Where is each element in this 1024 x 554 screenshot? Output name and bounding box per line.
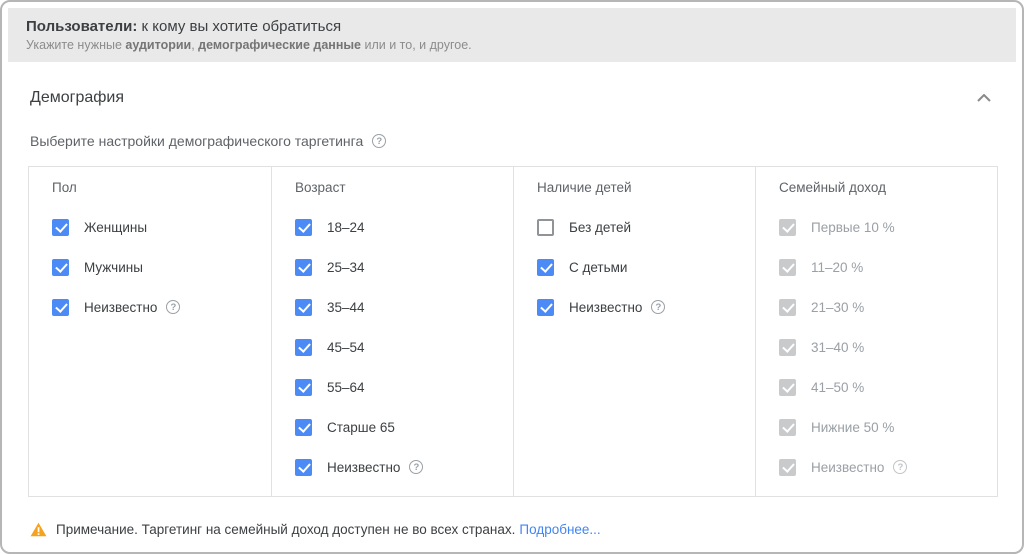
checkbox-row-age-35-44: 35–44: [295, 298, 507, 316]
column-age: Возраст 18–24 25–34 35–44 45–54 55–64 Старше 6…: [271, 167, 513, 496]
checkbox-label-income-11-20: 11–20 %: [811, 260, 863, 275]
users-step-title: Пользователи: к кому вы хотите обратитьс…: [26, 17, 998, 37]
column-household-income: Семейный доход Первые 10 % 11–20 % 21–30 % 3…: [755, 167, 997, 496]
checkbox-gender-unknown[interactable]: [52, 299, 69, 316]
demography-card-header: Демография: [18, 62, 1006, 110]
checkbox-age-unknown[interactable]: [295, 459, 312, 476]
column-header-parental-status: Наличие детей: [537, 180, 749, 196]
checkbox-income-lower-50: [779, 419, 796, 436]
checkbox-female[interactable]: [52, 219, 69, 236]
checkbox-row-gender-unknown: Неизвестно?: [52, 298, 265, 316]
checkbox-row-age-25-34: 25–34: [295, 258, 507, 276]
demographics-table: Пол Женщины Мужчины Неизвестно? Возраст 18–24…: [28, 166, 998, 497]
checkbox-row-age-65-plus: Старше 65: [295, 418, 507, 436]
users-step-header: Пользователи: к кому вы хотите обратитьс…: [8, 8, 1016, 62]
checkbox-label-age-65-plus: Старше 65: [327, 420, 395, 435]
checkbox-income-11-20: [779, 259, 796, 276]
checkbox-label-income-unknown: Неизвестно: [811, 460, 884, 475]
checkbox-row-income-21-30: 21–30 %: [779, 298, 991, 316]
checkbox-with-children[interactable]: [537, 259, 554, 276]
checkbox-row-income-unknown: Неизвестно?: [779, 458, 991, 476]
checkbox-label-income-21-30: 21–30 %: [811, 300, 864, 315]
checkbox-label-age-45-54: 45–54: [327, 340, 365, 355]
help-icon[interactable]: ?: [893, 460, 907, 474]
subtitle-text: Укажите нужные: [26, 38, 125, 52]
checkbox-label-parental-unknown: Неизвестно: [569, 300, 642, 315]
checkbox-row-age-45-54: 45–54: [295, 338, 507, 356]
checkbox-label-gender-unknown: Неизвестно: [84, 300, 157, 315]
checkbox-male[interactable]: [52, 259, 69, 276]
checkbox-label-age-unknown: Неизвестно: [327, 460, 400, 475]
collapse-section-button[interactable]: [972, 86, 996, 110]
checkbox-income-21-30: [779, 299, 796, 316]
users-step-subtitle: Укажите нужные аудитории, демографически…: [26, 37, 998, 54]
checkbox-row-age-unknown: Неизвестно?: [295, 458, 507, 476]
help-icon[interactable]: ?: [651, 300, 665, 314]
checkbox-label-income-41-50: 41–50 %: [811, 380, 864, 395]
checkbox-row-income-41-50: 41–50 %: [779, 378, 991, 396]
checkbox-label-income-top-10: Первые 10 %: [811, 220, 895, 235]
checkbox-label-age-35-44: 35–44: [327, 300, 365, 315]
checkbox-label-income-31-40: 31–40 %: [811, 340, 864, 355]
subtitle-audiences: аудитории: [125, 38, 191, 52]
checkbox-row-parental-unknown: Неизвестно?: [537, 298, 749, 316]
checkbox-label-age-25-34: 25–34: [327, 260, 365, 275]
targeting-settings-label-row: Выберите настройки демографического тарг…: [18, 110, 1006, 149]
learn-more-link[interactable]: Подробнее...: [519, 522, 600, 537]
checkbox-label-female: Женщины: [84, 220, 147, 235]
checkbox-age-35-44[interactable]: [295, 299, 312, 316]
checkbox-row-age-55-64: 55–64: [295, 378, 507, 396]
column-gender: Пол Женщины Мужчины Неизвестно?: [29, 167, 271, 496]
targeting-settings-label: Выберите настройки демографического тарг…: [30, 133, 363, 149]
checkbox-age-25-34[interactable]: [295, 259, 312, 276]
checkbox-label-income-lower-50: Нижние 50 %: [811, 420, 894, 435]
column-header-age: Возраст: [295, 180, 507, 196]
checkbox-row-income-31-40: 31–40 %: [779, 338, 991, 356]
checkbox-row-no-children: Без детей: [537, 218, 749, 236]
checkbox-label-age-18-24: 18–24: [327, 220, 365, 235]
checkbox-parental-unknown[interactable]: [537, 299, 554, 316]
warning-triangle-icon: [30, 522, 47, 537]
checkbox-income-41-50: [779, 379, 796, 396]
checkbox-age-45-54[interactable]: [295, 339, 312, 356]
checkbox-label-age-55-64: 55–64: [327, 380, 365, 395]
checkbox-row-income-lower-50: Нижние 50 %: [779, 418, 991, 436]
checkbox-row-with-children: С детьми: [537, 258, 749, 276]
users-step-title-bold: Пользователи:: [26, 18, 137, 35]
chevron-up-icon: [977, 94, 991, 102]
checkbox-label-with-children: С детьми: [569, 260, 627, 275]
checkbox-age-55-64[interactable]: [295, 379, 312, 396]
users-step-title-rest: к кому вы хотите обратиться: [137, 18, 341, 35]
checkbox-income-top-10: [779, 219, 796, 236]
checkbox-age-65-plus[interactable]: [295, 419, 312, 436]
help-icon[interactable]: ?: [372, 134, 386, 148]
checkbox-label-no-children: Без детей: [569, 220, 631, 235]
checkbox-row-income-11-20: 11–20 %: [779, 258, 991, 276]
demography-card: Демография Выберите настройки демографич…: [8, 62, 1016, 537]
checkbox-age-18-24[interactable]: [295, 219, 312, 236]
checkbox-row-income-top-10: Первые 10 %: [779, 218, 991, 236]
demographics-panel: Пользователи: к кому вы хотите обратитьс…: [0, 0, 1024, 554]
checkbox-row-female: Женщины: [52, 218, 265, 236]
column-header-household-income: Семейный доход: [779, 180, 991, 196]
section-title: Демография: [30, 89, 124, 107]
subtitle-demographics: демографические данные: [198, 38, 361, 52]
checkbox-no-children[interactable]: [537, 219, 554, 236]
help-icon[interactable]: ?: [409, 460, 423, 474]
column-parental-status: Наличие детей Без детей С детьми Неизвестно…: [513, 167, 755, 496]
column-header-gender: Пол: [52, 180, 265, 196]
income-note-text: Примечание. Таргетинг на семейный доход …: [56, 522, 515, 537]
checkbox-label-male: Мужчины: [84, 260, 143, 275]
checkbox-row-male: Мужчины: [52, 258, 265, 276]
checkbox-income-unknown: [779, 459, 796, 476]
checkbox-income-31-40: [779, 339, 796, 356]
income-note: Примечание. Таргетинг на семейный доход …: [30, 522, 994, 537]
help-icon[interactable]: ?: [166, 300, 180, 314]
subtitle-tail: или и то, и другое.: [361, 38, 472, 52]
checkbox-row-age-18-24: 18–24: [295, 218, 507, 236]
